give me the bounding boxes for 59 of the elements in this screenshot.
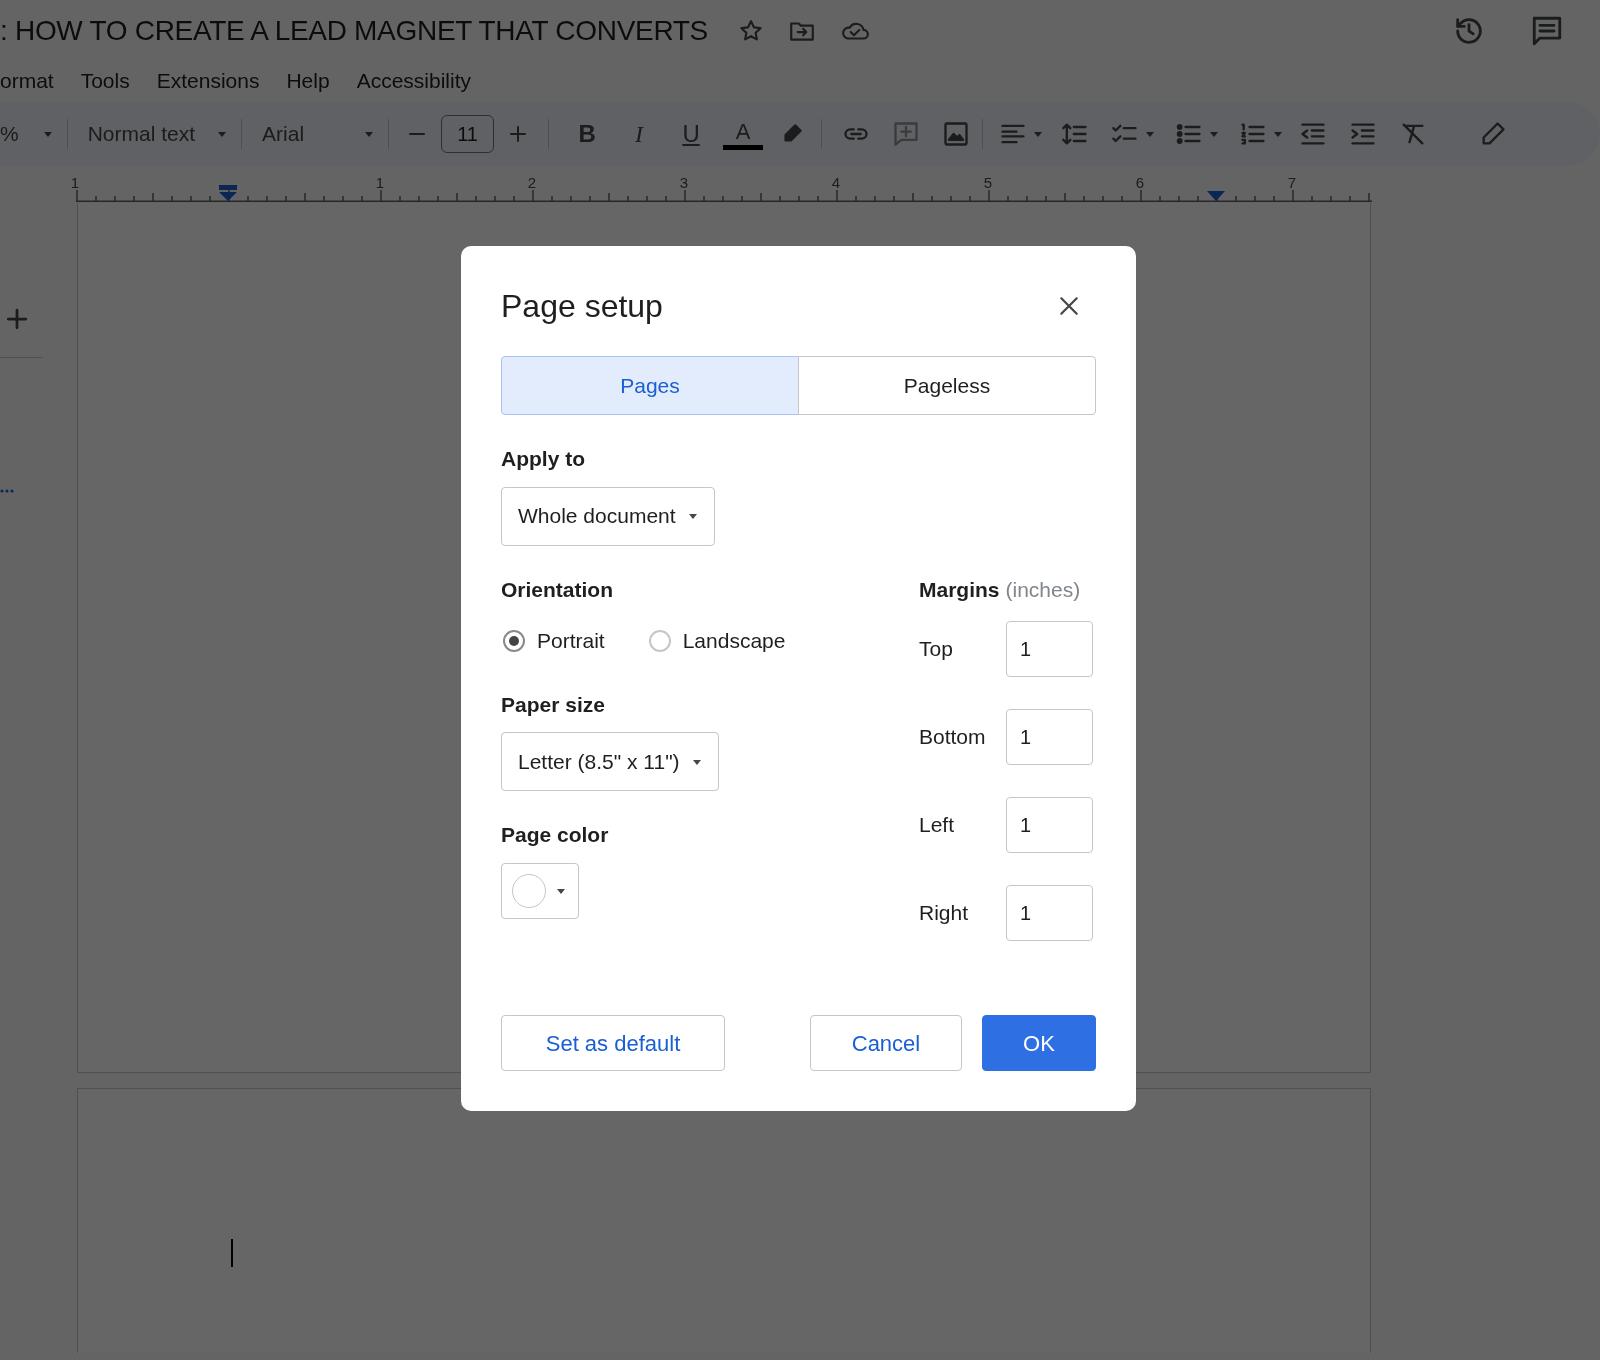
- bold-button[interactable]: B: [567, 116, 608, 152]
- radio-label: Portrait: [537, 628, 605, 654]
- field-label: Right: [919, 900, 970, 927]
- text-cursor: [231, 1239, 233, 1267]
- italic-button[interactable]: I: [619, 116, 660, 152]
- document-title: : HOW TO CREATE A LEAD MAGNET THAT CONVERTS: [0, 14, 708, 48]
- field-label: Orientation: [501, 576, 614, 603]
- radio-button[interactable]: [648, 629, 671, 652]
- more-icon[interactable]: [0, 488, 14, 494]
- radio-button[interactable]: [503, 629, 525, 652]
- cancel-button[interactable]: Cancel: [810, 1015, 962, 1071]
- menu-item[interactable]: Tools: [80, 65, 130, 97]
- menu-item[interactable]: Help: [286, 65, 330, 97]
- field-label: Left: [919, 812, 956, 839]
- margin-field[interactable]: 1: [1006, 885, 1093, 941]
- underline-button[interactable]: U: [671, 116, 712, 152]
- apply-to-dropdown[interactable]: Whole document: [501, 486, 715, 546]
- radio-label: Landscape: [682, 628, 786, 654]
- set-default-button[interactable]: Set as default: [501, 1015, 725, 1071]
- menu-item[interactable]: Extensions: [156, 65, 260, 97]
- text-color-button[interactable]: A: [723, 118, 764, 150]
- ruler-number: 4: [831, 173, 841, 193]
- paper-size-dropdown[interactable]: Letter (8.5" x 11"): [501, 732, 719, 791]
- field-label: Margins: [919, 576, 1000, 603]
- field-label: Page color: [501, 822, 610, 848]
- margin-field[interactable]: 1: [1006, 621, 1093, 677]
- field-label: Apply to: [501, 446, 586, 472]
- plus-icon[interactable]: [6, 308, 28, 330]
- field-label: Paper size: [501, 691, 606, 718]
- ruler-number: 3: [679, 173, 689, 193]
- image-icon[interactable]: [942, 120, 971, 148]
- unit-label: (inches): [1005, 576, 1081, 603]
- tab[interactable]: Pages: [501, 356, 799, 415]
- margin-field[interactable]: 1: [1006, 797, 1093, 853]
- ruler-number: 7: [1287, 173, 1297, 193]
- style-dropdown[interactable]: Normal text: [87, 118, 196, 150]
- margin-field[interactable]: 1: [1006, 709, 1093, 765]
- tab[interactable]: Pageless: [798, 356, 1096, 415]
- ruler-number: 5: [983, 173, 993, 193]
- plus-icon[interactable]: [508, 124, 529, 144]
- select-value: Letter (8.5" x 11"): [518, 748, 680, 775]
- zoom-dropdown[interactable]: %: [0, 118, 19, 150]
- font-dropdown[interactable]: Arial: [262, 118, 363, 150]
- comment-icon[interactable]: [1530, 14, 1564, 48]
- ok-button[interactable]: OK: [982, 1015, 1096, 1071]
- select-value: Whole document: [518, 503, 676, 530]
- dialog-title: Page setup: [501, 287, 663, 326]
- ruler-number: 2: [527, 173, 537, 193]
- field-label: Bottom: [919, 724, 987, 751]
- font-size-field[interactable]: 11: [441, 115, 495, 153]
- menu-item[interactable]: ormat: [0, 65, 54, 97]
- menu-item[interactable]: Accessibility: [356, 65, 472, 97]
- ruler-number: 1: [70, 173, 80, 193]
- field-label: Top: [919, 636, 954, 663]
- page-color-button[interactable]: [501, 862, 579, 919]
- indent-marker-icon[interactable]: [218, 184, 238, 202]
- ruler-number: 6: [1135, 173, 1145, 193]
- ruler-number: 1: [375, 173, 385, 193]
- close-icon[interactable]: [1058, 295, 1080, 317]
